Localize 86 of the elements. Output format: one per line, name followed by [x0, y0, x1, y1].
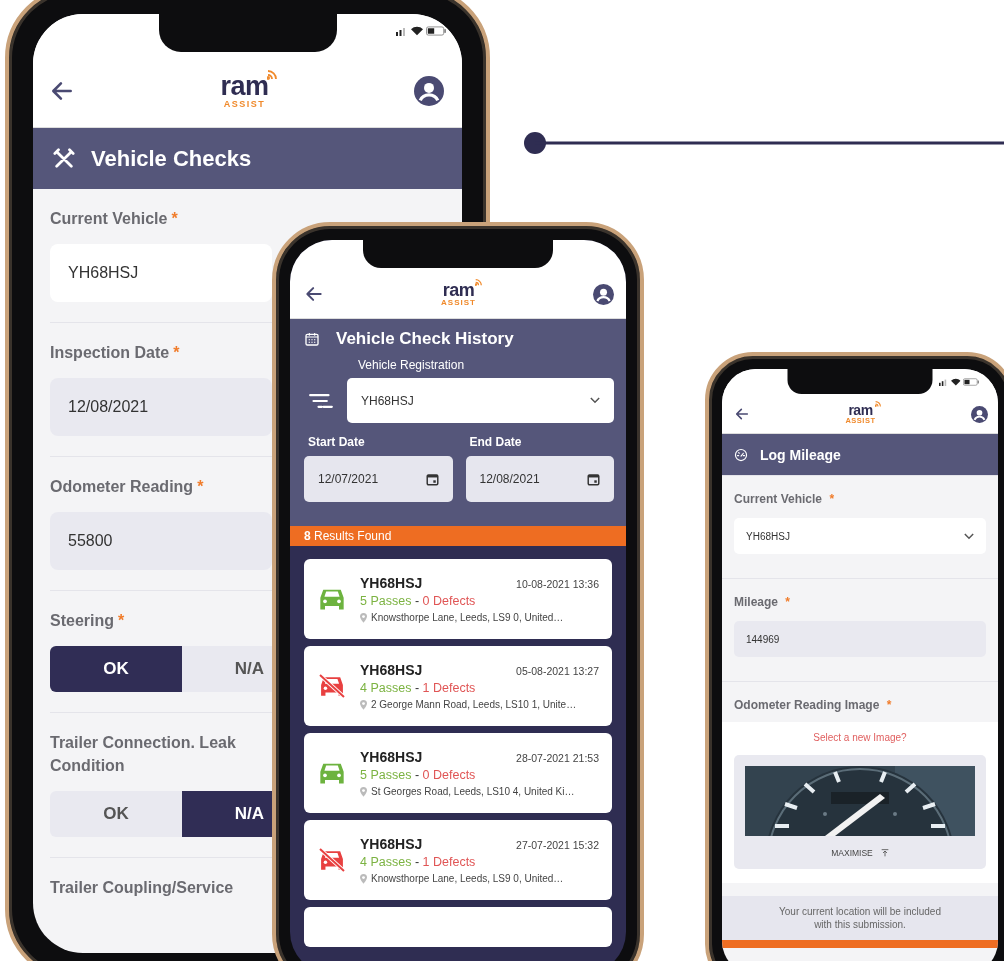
profile-icon[interactable] — [971, 405, 988, 423]
date-field[interactable]: 12/08/2021 — [465, 456, 614, 502]
location-pin-icon — [360, 612, 367, 623]
check-datetime: 27-07-2021 15:32 — [516, 839, 599, 851]
input-field[interactable]: 144969 — [734, 621, 986, 657]
profile-icon[interactable] — [593, 283, 614, 305]
signal-icon — [939, 378, 949, 386]
check-address: 2 George Mann Road, Leeds, LS10 1, Unite… — [371, 699, 577, 710]
logo-wordmark: ram — [442, 281, 475, 299]
check-datetime: 10-08-2021 13:36 — [516, 578, 599, 590]
battery-icon — [963, 378, 979, 386]
calendar-icon — [425, 472, 439, 486]
location-pin-icon — [360, 873, 367, 884]
check-result: 5 Passes - 0 Defects — [360, 768, 477, 782]
select-field[interactable]: YH68HSJ — [347, 378, 614, 423]
screen-title: Vehicle Checks — [91, 145, 252, 172]
vehicle-registration: YH68HSJ — [360, 749, 423, 765]
field-label: Vehicle Registration — [358, 358, 466, 372]
input-field[interactable]: 55800 — [50, 512, 272, 570]
field-label: Start Date — [308, 435, 366, 449]
check-card[interactable]: YH68HSJ 27-07-2021 15:32 4 Passes - 1 Defects Knowsthorpe Lane, Leeds, LS9 0, United… — [304, 820, 612, 900]
wifi-icon — [951, 378, 961, 386]
check-result: 4 Passes - 1 Defects — [360, 681, 477, 695]
chevron-down-icon — [964, 532, 974, 540]
check-address: Knowsthorpe Lane, Leeds, LS9 0, United… — [371, 612, 564, 623]
signal-arcs-icon — [874, 401, 881, 408]
field-label: Steering * — [50, 611, 125, 631]
vehicle-registration: YH68HSJ — [360, 836, 423, 852]
field-label: End Date — [469, 435, 523, 449]
logo-wordmark: ram — [848, 403, 873, 418]
screen-title: Vehicle Check History — [336, 329, 514, 349]
check-result: 5 Passes - 0 Defects — [360, 594, 477, 608]
logo-tagline: ASSIST — [441, 299, 476, 307]
signal-arcs-icon — [474, 279, 482, 286]
toggle-option[interactable]: OK — [50, 791, 182, 837]
input-field[interactable]: 12/08/2021 — [50, 378, 272, 436]
maximise-label[interactable]: MAXIMISE — [831, 848, 873, 858]
location-pin-icon — [360, 699, 367, 710]
check-result: 4 Passes - 1 Defects — [360, 855, 477, 869]
gauge-icon — [734, 447, 748, 462]
field-label: Trailer Connection. Leak Condition — [50, 733, 236, 776]
calendar-icon — [587, 472, 600, 486]
arrow-up-icon[interactable] — [880, 849, 889, 857]
chevron-down-icon — [590, 397, 600, 404]
crossed-car-icon — [318, 674, 346, 698]
input-field[interactable]: YH68HSJ — [50, 244, 272, 302]
vehicle-registration: YH68HSJ — [360, 575, 423, 591]
location-notice: Your current location will be included with this submission. — [722, 896, 998, 940]
field-label: Current Vehicle * — [50, 209, 178, 229]
field-label: Current Vehicle * — [734, 492, 836, 506]
battery-icon — [426, 26, 446, 36]
screen-title: Log Mileage — [760, 446, 841, 463]
signal-icon — [396, 26, 408, 36]
field-label: Trailer Coupling/Service — [50, 878, 234, 898]
toggle-option[interactable]: OK — [50, 646, 182, 692]
select-image-link[interactable]: Select a new Image? — [813, 732, 907, 743]
profile-icon[interactable] — [414, 76, 444, 106]
field-label: Inspection Date * — [50, 343, 180, 363]
toggle-option[interactable]: N/A — [182, 791, 272, 837]
calendar-icon — [304, 331, 320, 347]
car-icon — [318, 761, 346, 785]
back-arrow-icon[interactable] — [734, 406, 750, 422]
logo-wordmark: ram — [220, 73, 269, 100]
location-pin-icon — [360, 786, 367, 797]
select-field[interactable]: YH68HSJ — [734, 518, 986, 554]
check-datetime: 28-07-2021 21:53 — [516, 752, 599, 764]
check-datetime: 05-08-2021 13:27 — [516, 665, 599, 677]
results-count: 8 Results Found — [290, 526, 626, 546]
check-address: Knowsthorpe Lane, Leeds, LS9 0, United… — [371, 873, 564, 884]
field-label: Odometer Reading * — [50, 477, 204, 497]
tools-icon — [53, 147, 75, 170]
car-icon — [318, 587, 346, 611]
back-arrow-icon[interactable] — [304, 284, 324, 304]
field-label: Odometer Reading Image * — [734, 698, 893, 712]
vehicle-registration: YH68HSJ — [360, 662, 423, 678]
date-field[interactable]: 12/07/2021 — [304, 456, 453, 502]
wifi-icon — [411, 26, 423, 36]
crossed-car-icon — [318, 848, 346, 872]
signal-arcs-icon — [266, 70, 277, 80]
check-card[interactable]: YH68HSJ 10-08-2021 13:36 5 Passes - 0 Defects Knowsthorpe Lane, Leeds, LS9 0, United… — [304, 559, 612, 639]
check-card[interactable]: YH68HSJ 28-07-2021 21:53 5 Passes - 0 Defects St Georges Road, Leeds, LS10 4, United Ki… — [304, 733, 612, 813]
toggle-option[interactable]: N/A — [182, 646, 272, 692]
field-label: Mileage * — [734, 595, 792, 609]
logo-tagline: ASSIST — [223, 100, 266, 109]
check-address: St Georges Road, Leeds, LS10 4, United Ki… — [371, 786, 575, 797]
check-card[interactable]: YH68HSJ 05-08-2021 13:27 4 Passes - 1 Defects 2 George Mann Road, Leeds, LS10 1, Unite… — [304, 646, 612, 726]
